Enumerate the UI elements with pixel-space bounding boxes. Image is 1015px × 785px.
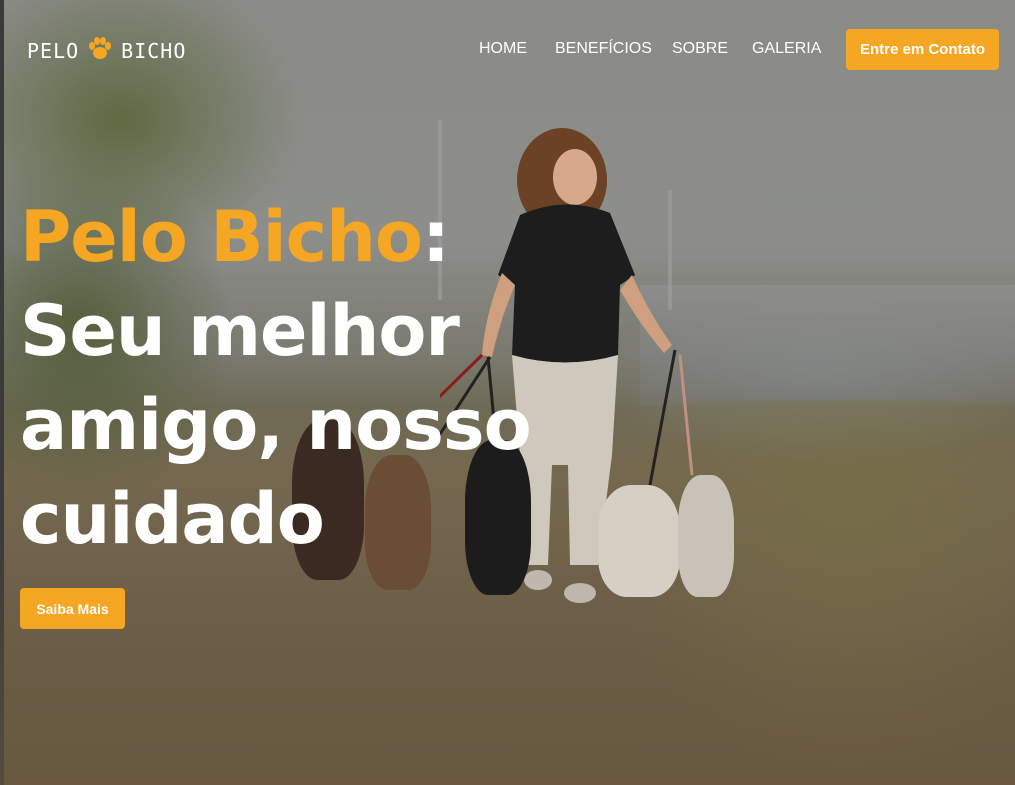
site-logo[interactable]: PELO BICHO [27,36,187,67]
main-menu: HOME BENEFÍCIOS SOBRE GALERIA [479,40,822,58]
headline-line-2: Seu melhor [20,290,460,372]
paw-icon [87,36,113,67]
headline-line-4: cuidado [20,478,325,560]
hero-section: PELO BICHO HOME BENEFÍCIOS SOBRE GALERIA… [0,0,1015,785]
logo-text-left: PELO [27,39,80,63]
dog-papillon [678,475,734,597]
nav-link-home[interactable]: HOME [479,40,555,58]
nav-link-sobre[interactable]: SOBRE [672,40,752,58]
hero-headline: Pelo Bicho: Seu melhor amigo, nosso cuid… [20,190,620,566]
nav-link-galeria[interactable]: GALERIA [752,40,822,58]
logo-text-right: BICHO [121,39,187,63]
nav-link-beneficios[interactable]: BENEFÍCIOS [555,40,672,58]
top-navigation: PELO BICHO HOME BENEFÍCIOS SOBRE GALERIA… [0,0,1015,100]
learn-more-button[interactable]: Saiba Mais [20,588,125,629]
headline-colon: : [422,196,450,278]
headline-line-1: Pelo Bicho: [20,190,620,284]
headline-brand: Pelo Bicho [20,196,423,278]
headline-line-3: amigo, nosso [20,384,532,466]
contact-button[interactable]: Entre em Contato [846,29,999,70]
